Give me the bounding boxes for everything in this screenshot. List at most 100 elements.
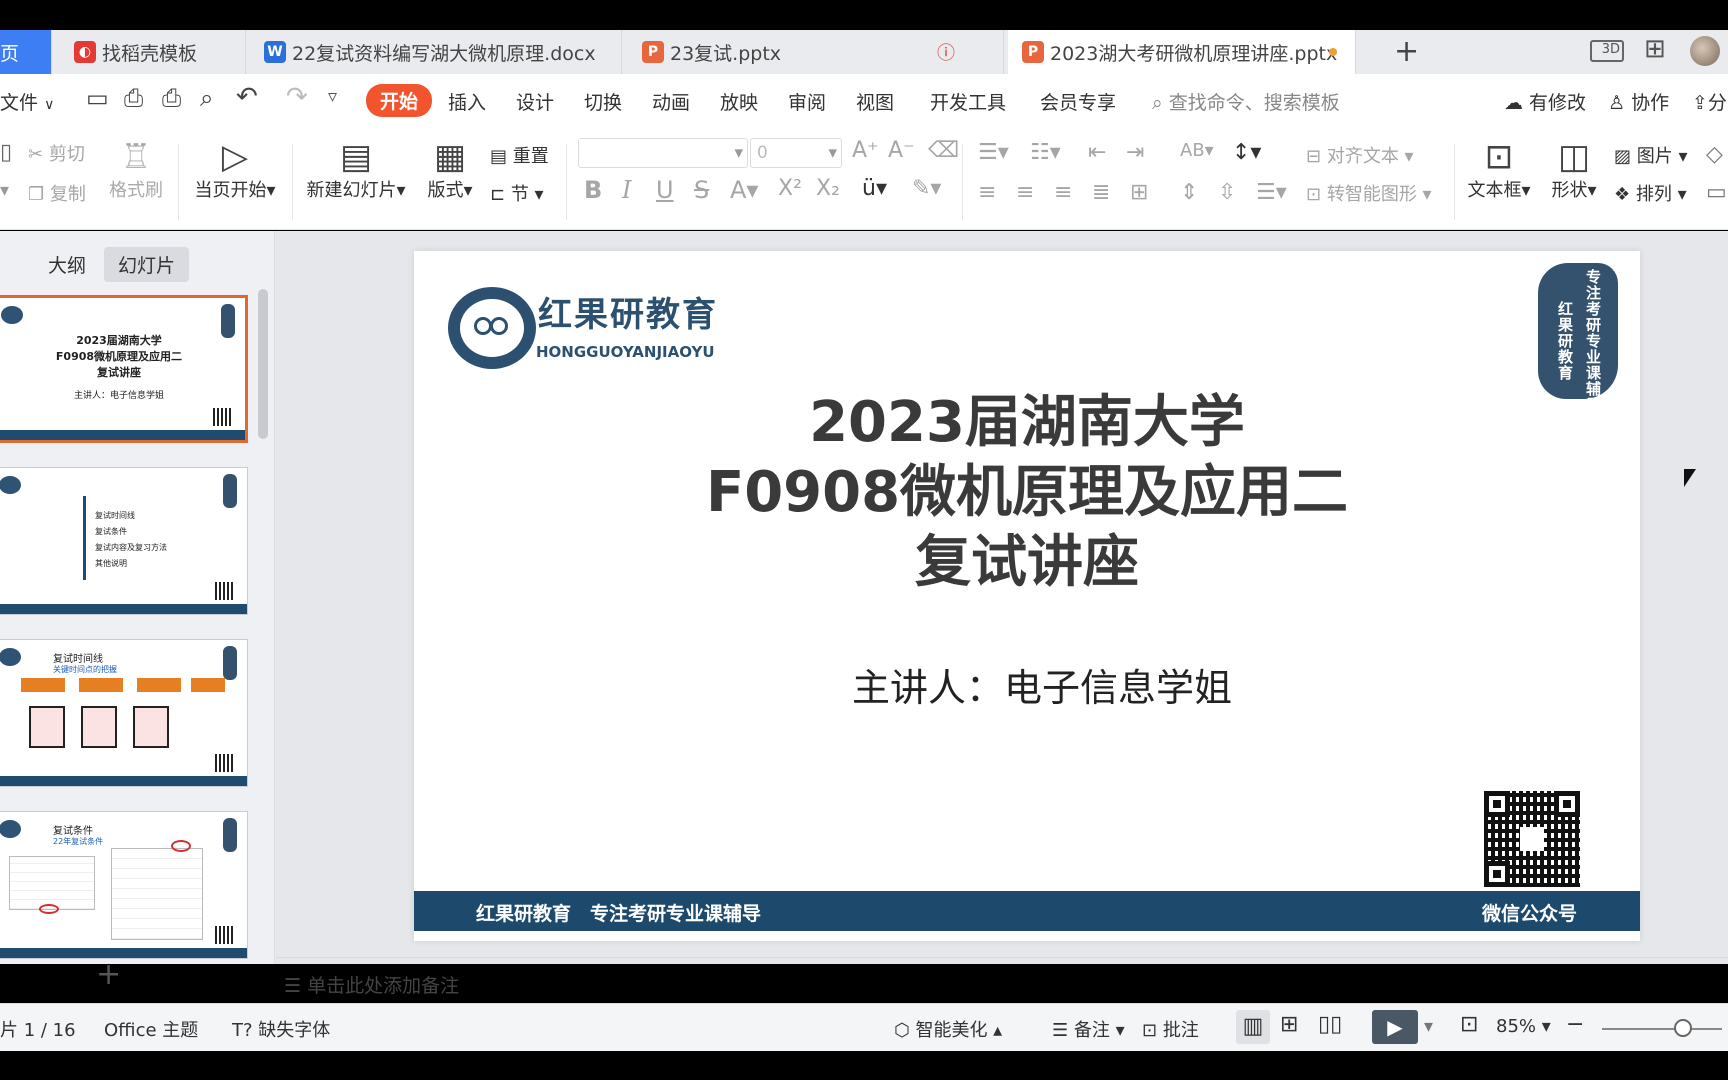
notes-toggle-button[interactable]: ☰ 备注 ▾ xyxy=(1052,1016,1125,1042)
new-tab-button[interactable]: + xyxy=(1394,34,1419,69)
smartart-button[interactable]: ⊡ 转智能图形 ▾ xyxy=(1306,180,1432,206)
align-right-icon[interactable]: ≡ xyxy=(1054,180,1072,205)
cut-button[interactable]: ✂ 剪切 xyxy=(28,140,85,166)
phonetic-icon[interactable]: ü▾ xyxy=(862,176,887,201)
slide-thumbnail-2[interactable]: 复试时间线 复试条件 复试内容及复习方法 其他说明 xyxy=(0,467,248,615)
print-icon[interactable]: ⎙ xyxy=(162,84,181,112)
new-slide-button[interactable]: ▤ 新建幻灯片▾ xyxy=(304,138,408,202)
zoom-level[interactable]: 85% ▾ xyxy=(1496,1016,1551,1037)
underline-icon[interactable]: U xyxy=(656,176,674,204)
missing-font-button[interactable]: T? 缺失字体 xyxy=(232,1016,330,1042)
comment-button[interactable]: ⊡ 批注 xyxy=(1142,1016,1199,1042)
spacing-dropdown-icon[interactable]: ☰▾ xyxy=(1256,180,1287,205)
bullet-list-icon[interactable]: ☰▾ xyxy=(978,140,1009,165)
command-search[interactable]: ⌕ 查找命令、搜索模板 xyxy=(1152,88,1340,115)
align-left-icon[interactable]: ≡ xyxy=(978,180,996,205)
arrange-button[interactable]: ❖ 排列 ▾ xyxy=(1614,180,1687,206)
format-painter-button[interactable]: ♖ 格式刷 xyxy=(106,138,166,202)
play-from-current-button[interactable]: ▷ 当页开始▾ xyxy=(190,138,280,202)
line-spacing-icon[interactable]: ⇕ xyxy=(1180,180,1198,205)
highlight-icon[interactable]: ✎▾ xyxy=(912,176,941,201)
sort-icon[interactable]: ↕▾ xyxy=(1232,140,1261,165)
numbered-list-icon[interactable]: ☷▾ xyxy=(1030,140,1061,165)
menu-member[interactable]: 会员专享 xyxy=(1040,88,1116,115)
fit-window-icon[interactable]: ⊡ xyxy=(1460,1012,1478,1037)
slide-thumbnail-3[interactable]: 复试时间线 关键时间点的把握 xyxy=(0,639,248,787)
notes-area[interactable]: ☰ 单击此处添加备注 xyxy=(284,971,459,998)
slideshow-dropdown-icon[interactable]: ▾ xyxy=(1424,1016,1433,1037)
tab-outline[interactable]: 大纲 xyxy=(34,247,100,282)
justify-icon[interactable]: ≣ xyxy=(1092,180,1110,205)
align-text-button[interactable]: ⊟ 对齐文本 ▾ xyxy=(1306,142,1414,168)
paste-dropdown-icon[interactable]: ▾ xyxy=(0,180,9,201)
export-pdf-icon[interactable]: ⎙ xyxy=(124,84,143,112)
tab-pptx-23[interactable]: P 23复试.pptx ⓘ xyxy=(628,30,1004,74)
tab-slides[interactable]: 幻灯片 xyxy=(104,247,190,282)
theme-name[interactable]: Office 主题 xyxy=(104,1016,198,1042)
menu-developer[interactable]: 开发工具 xyxy=(930,88,1006,115)
italic-icon[interactable]: I xyxy=(622,176,631,204)
font-shrink-icon[interactable]: A⁻ xyxy=(888,138,915,163)
tab-docx[interactable]: W 22复试资料编写湖大微机原理.docx xyxy=(250,30,622,74)
undo-icon[interactable]: ↶ xyxy=(236,82,258,112)
paragraph-spacing-icon[interactable]: ⇳ xyxy=(1218,180,1236,205)
view-3d-icon[interactable]: 3D xyxy=(1590,40,1624,62)
menu-design[interactable]: 设计 xyxy=(516,88,554,115)
subscript-icon[interactable]: X₂ xyxy=(816,176,840,201)
layout-button[interactable]: ▦ 版式▾ xyxy=(424,138,476,202)
picture-button[interactable]: ▨ 图片 ▾ xyxy=(1614,142,1688,168)
clear-format-icon[interactable]: ⌫ xyxy=(928,138,959,163)
modified-button[interactable]: ☁ 有修改 xyxy=(1504,88,1586,115)
paste-icon[interactable]: ▯ xyxy=(0,140,12,165)
section-button[interactable]: ⊏ 节 ▾ xyxy=(490,180,544,206)
avatar[interactable] xyxy=(1690,36,1720,66)
normal-view-icon[interactable]: ▥ xyxy=(1236,1010,1270,1044)
superscript-icon[interactable]: X² xyxy=(778,176,802,201)
collab-button[interactable]: ♙ 协作 xyxy=(1608,88,1669,115)
slide-canvas[interactable]: 红果研教育 HONGGUOYANJIAOYU 专注考研专业课辅导 红果研教育 2… xyxy=(414,251,1640,941)
zoom-out-icon[interactable]: − xyxy=(1566,1012,1584,1037)
panel-scrollbar[interactable] xyxy=(258,289,268,439)
slide-thumbnail-4[interactable]: 复试条件 22年复试条件 xyxy=(0,811,248,959)
zoom-slider-handle[interactable] xyxy=(1674,1019,1692,1037)
tab-docer-templates[interactable]: ◐ 找稻壳模板 xyxy=(60,30,246,74)
indent-decrease-icon[interactable]: ⇤ xyxy=(1088,140,1106,165)
font-grow-icon[interactable]: A⁺ xyxy=(852,138,879,163)
grid-view-icon[interactable]: ⊞ xyxy=(1280,1012,1298,1037)
fill-icon[interactable]: ◇ xyxy=(1706,142,1723,167)
distribute-icon[interactable]: ⊞ xyxy=(1130,180,1148,205)
reading-view-icon[interactable]: ▯▯ xyxy=(1318,1012,1342,1037)
font-color-icon[interactable]: A▾ xyxy=(730,176,758,204)
tab-pptx-active[interactable]: P 2023湖大考研微机原理讲座.pptx xyxy=(1008,30,1356,74)
outline-icon[interactable]: ▭ xyxy=(1706,180,1727,205)
menu-slideshow[interactable]: 放映 xyxy=(720,88,758,115)
menu-transition[interactable]: 切换 xyxy=(584,88,622,115)
app-grid-icon[interactable]: ⊞ xyxy=(1644,34,1666,64)
play-slideshow-button[interactable]: ▶ xyxy=(1372,1010,1418,1044)
shape-button[interactable]: ◫ 形状▾ xyxy=(1546,138,1602,202)
tab-home[interactable]: 页 xyxy=(0,30,52,74)
bold-icon[interactable]: B xyxy=(584,176,602,204)
menu-view[interactable]: 视图 xyxy=(856,88,894,115)
copy-button[interactable]: ❐ 复制 xyxy=(28,180,86,206)
indent-increase-icon[interactable]: ⇥ xyxy=(1126,140,1144,165)
save-icon[interactable]: ▭ xyxy=(86,84,109,112)
add-slide-button[interactable]: + xyxy=(96,957,121,992)
share-button[interactable]: ⇪分 xyxy=(1692,88,1727,115)
menu-home[interactable]: 开始 xyxy=(366,84,433,117)
slide-thumbnail-1[interactable]: 2023届湖南大学 F0908微机原理及应用二 复试讲座 主讲人：电子信息学姐 xyxy=(0,295,248,443)
reset-button[interactable]: ▤ 重置 xyxy=(490,142,549,168)
menu-insert[interactable]: 插入 xyxy=(448,88,486,115)
textbox-button[interactable]: ⊡ 文本框▾ xyxy=(1464,138,1534,202)
menu-file[interactable]: 文件 ∨ xyxy=(0,88,54,115)
align-center-icon[interactable]: ≡ xyxy=(1016,180,1034,205)
font-family-select[interactable]: ▾ xyxy=(578,138,748,168)
menu-review[interactable]: 审阅 xyxy=(788,88,826,115)
font-size-select[interactable]: 0 ▾ xyxy=(750,138,842,168)
menu-animation[interactable]: 动画 xyxy=(652,88,690,115)
beautify-button[interactable]: ⬡ 智能美化 ▴ xyxy=(894,1016,1002,1042)
quick-access-dropdown-icon[interactable]: ▿ xyxy=(328,86,337,107)
text-direction-icon[interactable]: AB▾ xyxy=(1180,140,1214,161)
print-preview-icon[interactable]: ⌕ xyxy=(200,84,213,112)
redo-icon[interactable]: ↷ xyxy=(286,82,308,112)
